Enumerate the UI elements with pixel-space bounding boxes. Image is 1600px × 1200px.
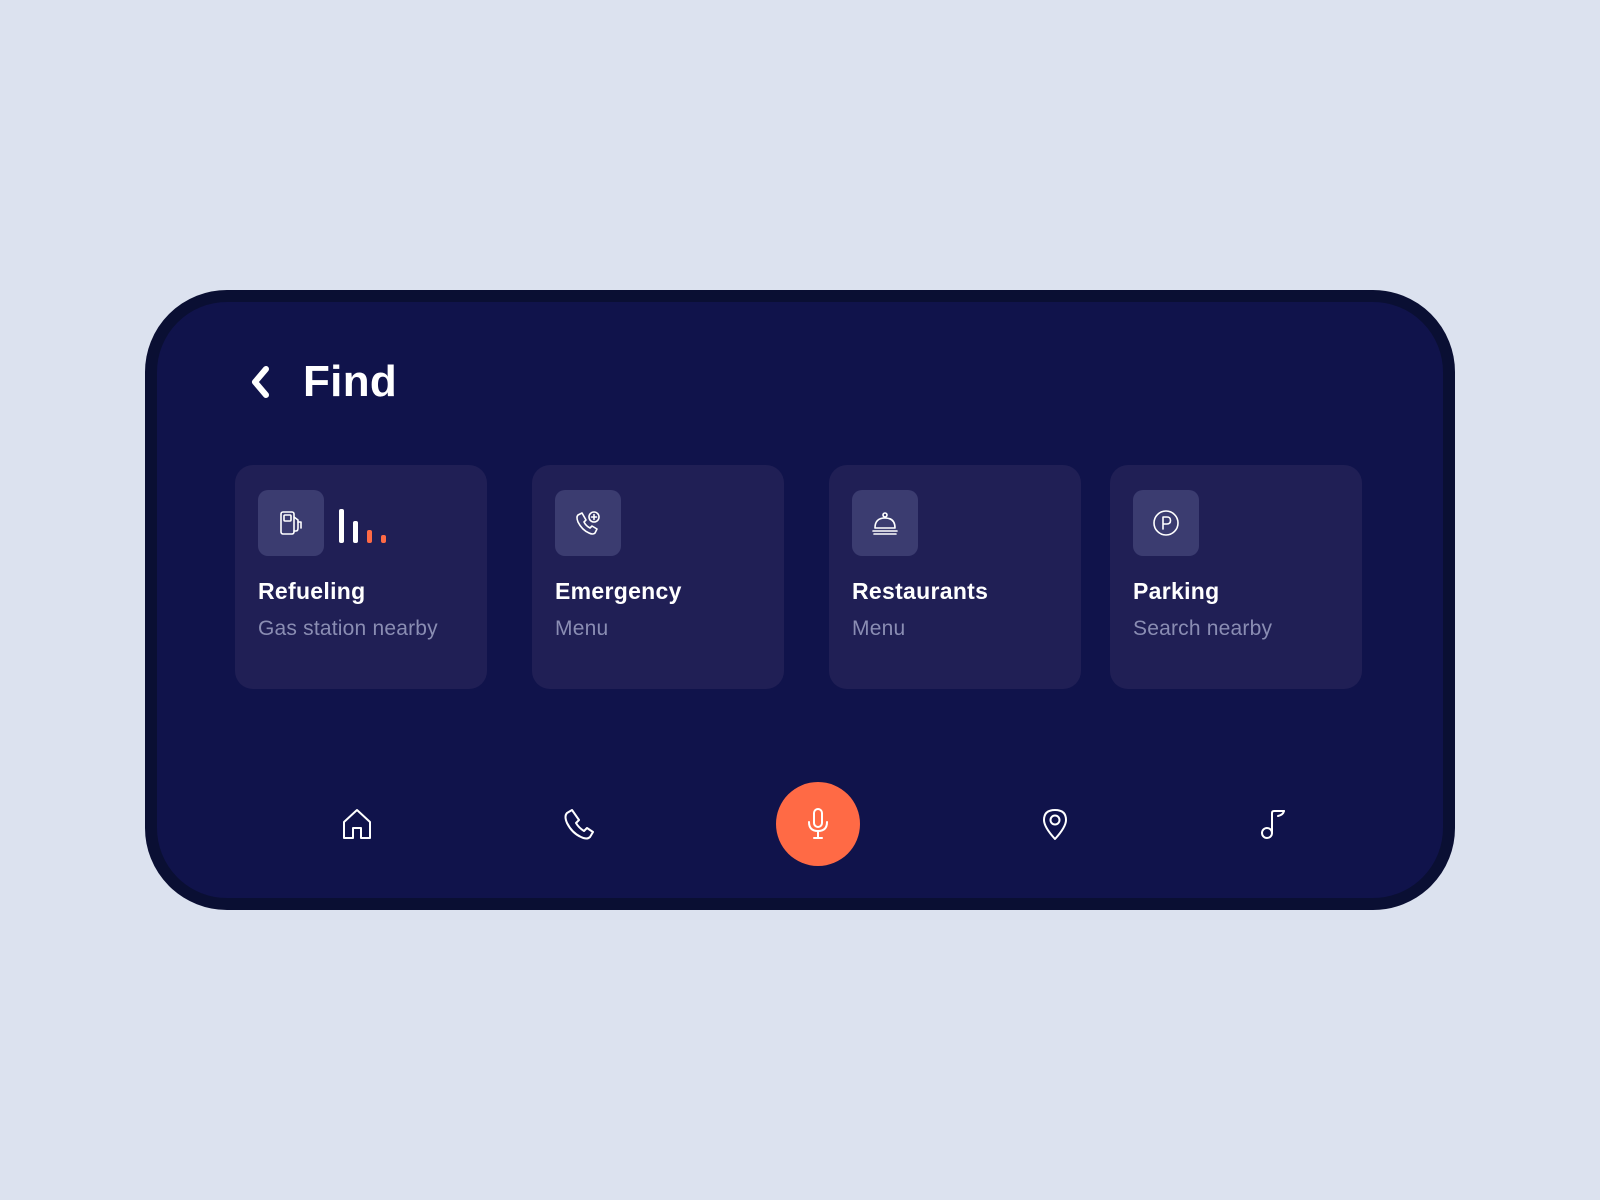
card-icon-box bbox=[258, 490, 324, 556]
fuel-level-bar bbox=[353, 521, 358, 543]
back-button[interactable] bbox=[241, 362, 281, 402]
fuel-level-indicator bbox=[339, 509, 389, 543]
fuel-level-bar bbox=[339, 509, 344, 543]
fuel-pump-icon bbox=[280, 511, 302, 535]
microphone-icon bbox=[808, 808, 828, 839]
cloche-icon bbox=[872, 512, 898, 535]
home-icon bbox=[343, 809, 371, 839]
fuel-level-bar bbox=[381, 535, 386, 543]
card-restaurants[interactable]: Restaurants Menu bbox=[829, 465, 1081, 689]
page-title: Find bbox=[303, 357, 398, 406]
header: Find bbox=[241, 352, 397, 412]
card-subtitle: Gas station nearby bbox=[258, 617, 438, 640]
nav-home-button[interactable] bbox=[329, 796, 385, 852]
chevron-left-icon bbox=[252, 366, 269, 398]
nav-music-button[interactable] bbox=[1245, 796, 1301, 852]
car-display: Find Refueling Gas station nearby Emerge… bbox=[145, 290, 1455, 910]
card-icon-box bbox=[555, 490, 621, 556]
parking-icon bbox=[1153, 510, 1179, 536]
card-refueling[interactable]: Refueling Gas station nearby bbox=[235, 465, 487, 689]
location-pin-icon bbox=[1043, 809, 1067, 840]
card-subtitle: Search nearby bbox=[1133, 617, 1273, 640]
voice-assistant-button[interactable] bbox=[776, 782, 860, 866]
phone-medical-icon bbox=[576, 511, 600, 535]
card-title: Restaurants bbox=[852, 578, 989, 604]
card-subtitle: Menu bbox=[852, 617, 906, 640]
card-title: Emergency bbox=[555, 578, 682, 604]
card-title: Parking bbox=[1133, 578, 1220, 604]
card-parking[interactable]: Parking Search nearby bbox=[1110, 465, 1362, 689]
nav-location-button[interactable] bbox=[1027, 796, 1083, 852]
card-subtitle: Menu bbox=[555, 617, 609, 640]
fuel-level-bar bbox=[367, 530, 372, 543]
card-emergency[interactable]: Emergency Menu bbox=[532, 465, 784, 689]
nav-phone-button[interactable] bbox=[552, 796, 608, 852]
card-title: Refueling bbox=[258, 578, 366, 604]
card-icon-box bbox=[1133, 490, 1199, 556]
music-note-icon bbox=[1261, 810, 1285, 839]
card-icon-box bbox=[852, 490, 918, 556]
phone-icon bbox=[564, 809, 594, 840]
